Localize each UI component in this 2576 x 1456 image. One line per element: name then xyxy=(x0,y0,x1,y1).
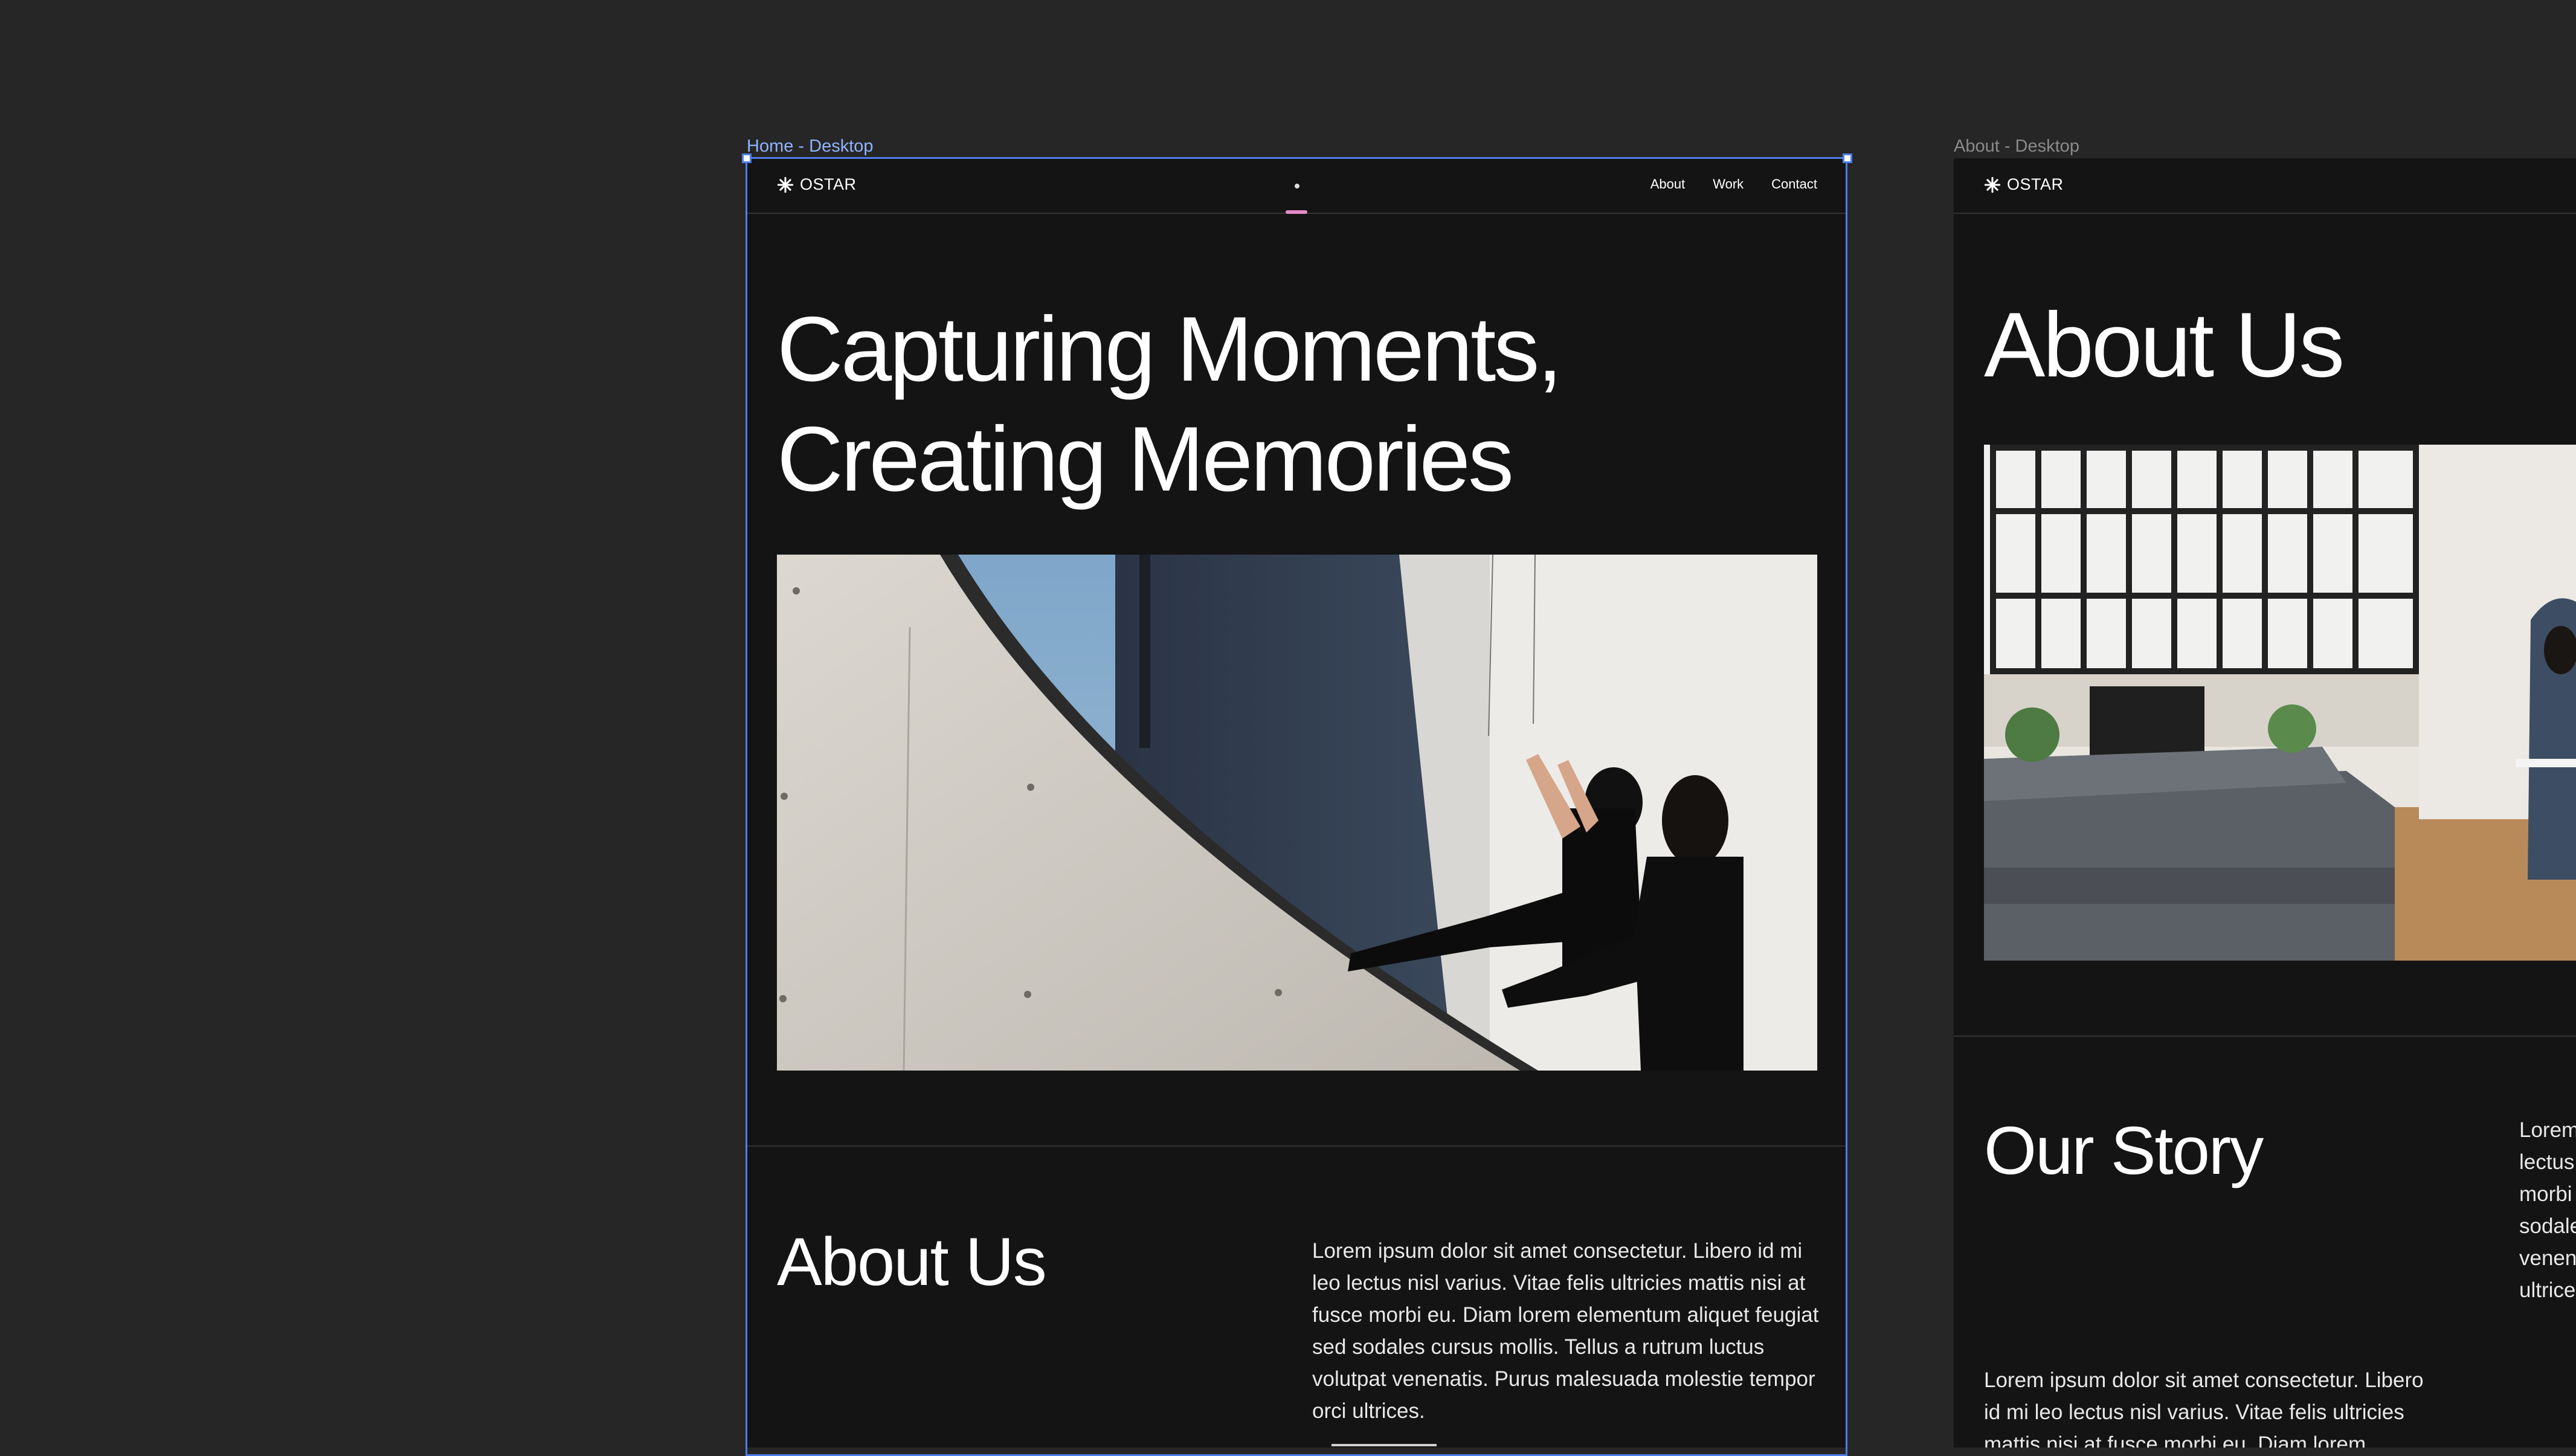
about-navbar: OSTAR xyxy=(1954,158,2576,214)
about-logo-text: OSTAR xyxy=(2007,175,2064,193)
nav-link-about[interactable]: About xyxy=(1650,176,1686,192)
home-desktop-frame[interactable]: OSTAR About Work Contact Capturing Momen… xyxy=(747,158,1847,1448)
nav-link-work[interactable]: Work xyxy=(1713,176,1744,192)
frame-label-about[interactable]: About - Desktop xyxy=(1954,138,2079,155)
frame-label-home[interactable]: Home - Desktop xyxy=(747,138,874,155)
side-text-line: venen xyxy=(2519,1246,2576,1270)
section-divider xyxy=(747,1145,1847,1147)
nav-link-contact[interactable]: Contact xyxy=(1771,176,1817,192)
resize-handle-top-right[interactable] xyxy=(1843,153,1852,163)
about-section-text: Lorem ipsum dolor sit amet consectetur. … xyxy=(1312,1239,1819,1423)
resize-handle-top-left[interactable] xyxy=(742,153,752,163)
dancers-photo xyxy=(777,555,1817,1071)
story-side-text: Lorem lectus morbi sodale venen ultrice xyxy=(2519,1114,2576,1306)
navbar: OSTAR About Work Contact xyxy=(747,158,1847,214)
nav-links: About Work Contact xyxy=(1650,176,1817,192)
prototype-flow-indicator[interactable] xyxy=(1286,210,1307,214)
about-logo[interactable]: OSTAR xyxy=(1984,175,2064,194)
our-story-text: Lorem ipsum dolor sit amet consectetur. … xyxy=(1984,1368,2424,1448)
asterisk-icon xyxy=(777,176,794,193)
about-page-title: About Us xyxy=(1984,294,2345,396)
hero-image xyxy=(777,555,1817,1071)
about-cta-underline[interactable] xyxy=(1331,1444,1437,1446)
logo-text: OSTAR xyxy=(800,175,857,193)
hero-title-line-1: Capturing Moments, xyxy=(777,298,1563,401)
center-dot-indicator xyxy=(1295,184,1299,188)
hero-title-line-2: Creating Memories xyxy=(777,408,1514,511)
our-story-title: Our Story xyxy=(1984,1113,2264,1188)
side-text-line: lectus xyxy=(2519,1150,2575,1174)
asterisk-icon xyxy=(1984,176,2001,193)
hero-title: Capturing Moments, Creating Memories xyxy=(777,294,1683,514)
loft-interior-photo xyxy=(1984,445,2576,961)
about-desktop-frame[interactable]: OSTAR About Us Our Story Lorem lectus mo… xyxy=(1954,158,2576,1448)
about-section-divider xyxy=(1954,1036,2576,1037)
about-section-title: About Us xyxy=(777,1224,1047,1300)
about-image xyxy=(1984,445,2576,961)
side-text-line: ultrice xyxy=(2519,1278,2576,1302)
side-text-line: morbi xyxy=(2519,1182,2572,1206)
logo[interactable]: OSTAR xyxy=(777,175,857,194)
side-text-line: sodale xyxy=(2519,1214,2576,1238)
side-text-line: Lorem xyxy=(2519,1118,2576,1142)
